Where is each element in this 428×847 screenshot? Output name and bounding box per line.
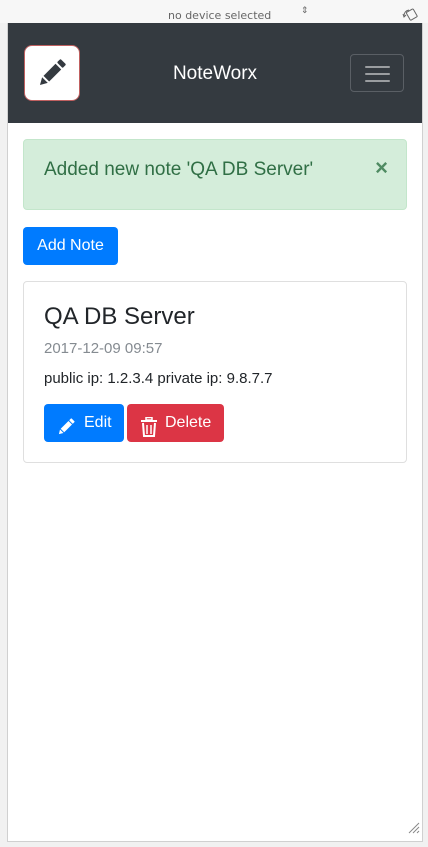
device-toolbar: no device selected ⇕ <box>0 0 428 23</box>
hamburger-menu-icon <box>365 73 390 75</box>
navbar: NoteWorx <box>8 23 422 123</box>
device-select-arrows-icon: ⇕ <box>301 5 309 15</box>
note-date: 2017-12-09 09:57 <box>44 340 163 357</box>
success-alert: Added new note 'QA DB Server' × <box>23 139 407 210</box>
hamburger-menu-icon <box>365 80 390 82</box>
trash-icon <box>140 414 158 452</box>
delete-button[interactable]: Delete <box>127 404 224 442</box>
hamburger-menu-icon <box>365 66 390 68</box>
add-note-button[interactable]: Add Note <box>23 227 118 265</box>
delete-button-label: Delete <box>165 414 212 431</box>
note-title: QA DB Server <box>44 303 195 330</box>
app-viewport: NoteWorx Added new note 'QA DB Server' ×… <box>7 23 423 842</box>
navbar-toggle-button[interactable] <box>350 54 404 92</box>
alert-message: Added new note 'QA DB Server' <box>44 159 314 180</box>
note-body: public ip: 1.2.3.4 private ip: 9.8.7.7 <box>44 370 273 387</box>
close-icon[interactable]: × <box>375 155 388 181</box>
device-select[interactable]: no device selected <box>168 9 271 22</box>
edit-button[interactable]: Edit <box>44 404 124 442</box>
note-card: QA DB Server 2017-12-09 09:57 public ip:… <box>23 281 407 463</box>
edit-button-label: Edit <box>84 414 112 431</box>
resize-handle-icon[interactable] <box>408 821 420 839</box>
pencil-icon <box>56 414 76 452</box>
